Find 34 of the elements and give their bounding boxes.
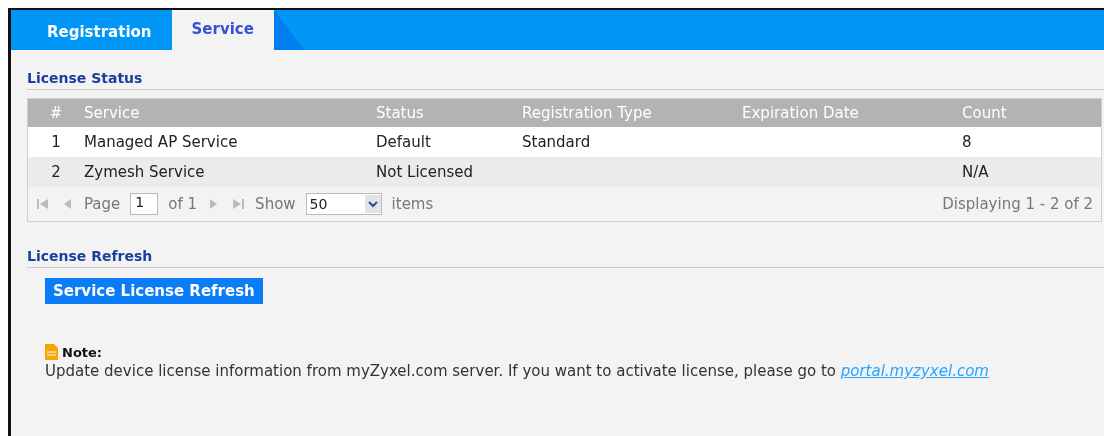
column-header: Service [84, 104, 141, 122]
service-cell-text: Zymesh Service [84, 163, 206, 181]
status-cell-text: Default [376, 133, 432, 151]
caret-icon [364, 195, 381, 213]
tab[interactable]: Registration [27, 10, 172, 50]
column-header: Status [376, 104, 425, 122]
tab[interactable]: Service [171, 10, 274, 50]
items-label: items [391, 195, 434, 213]
refresh-button[interactable]: Service License Refresh [45, 278, 263, 304]
note-title: Note: [62, 344, 103, 360]
service-cell-text: Managed AP Service [84, 133, 239, 151]
show-label: Show [255, 195, 296, 213]
column-header: Expiration Date [742, 104, 860, 122]
last-page-icon[interactable] [231, 197, 246, 211]
note-icon [45, 344, 58, 360]
number-cell-text: 1 [50, 133, 62, 151]
per-page-dropdown[interactable]: 50 [305, 193, 382, 215]
number-cell-text: 2 [50, 163, 62, 181]
column-header: # [48, 104, 64, 122]
page-label: Page [84, 195, 121, 213]
first-page-icon[interactable] [36, 197, 50, 211]
section-title: License Refresh [27, 222, 1104, 268]
status-cell-text: Not Licensed [376, 163, 475, 181]
note-text: Update device license information from myZyxel.com server. If you want to activate license, please go to portal.myzyxel.com [45, 362, 990, 380]
page-count: of 1 [168, 195, 198, 213]
display-summary: Displaying 1 - 2 of 2 [942, 195, 1093, 213]
column-header: Registration Type [522, 104, 653, 122]
registration-type-cell-text: Standard [522, 133, 592, 151]
page-field[interactable]: 1 [130, 193, 159, 215]
tab-corner-icon [273, 10, 304, 50]
column-header: Count [962, 104, 1008, 122]
section-title: License Status [27, 50, 1104, 90]
count-cell-text: N/A [962, 163, 990, 181]
count-cell-text: 8 [962, 133, 973, 151]
